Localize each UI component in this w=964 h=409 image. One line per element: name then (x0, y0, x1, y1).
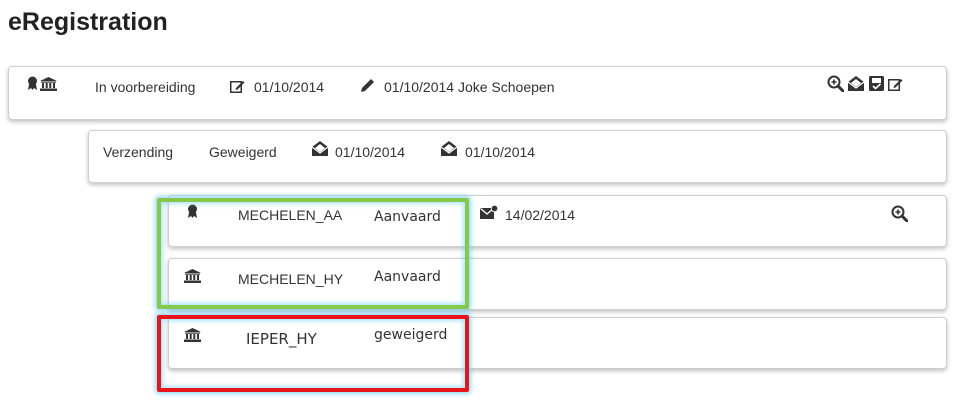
verzending-status: Geweigerd (209, 144, 277, 160)
verzending-label: Verzending (103, 144, 174, 160)
mail-check-icon (480, 205, 498, 220)
dossier-modified: 01/10/2014 Joke Schoepen (384, 79, 555, 95)
edit-icon[interactable] (888, 77, 903, 91)
edit-icon (230, 79, 245, 93)
page-title: eRegistration (8, 8, 168, 36)
verzending-received-date: 01/10/2014 (465, 144, 536, 160)
item-date: 14/02/2014 (505, 207, 576, 223)
dossier-created-date: 01/10/2014 (254, 79, 325, 95)
item-name: IEPER_HY (246, 330, 317, 348)
mail-opened-icon (311, 140, 329, 157)
bank-icon (184, 328, 201, 342)
award-icon (187, 204, 198, 219)
item-name: MECHELEN_AA (238, 207, 343, 223)
verzending-card: Verzending Geweigerd 01/10/2014 01/10/20… (88, 130, 947, 183)
dossier-status: In voorbereiding (95, 79, 196, 95)
verzending-sent-date: 01/10/2014 (335, 144, 406, 160)
dossier-card: In voorbereiding 01/10/2014 01/10/2014 J… (8, 66, 947, 120)
bank-icon (184, 269, 201, 283)
list-item: IEPER_HY geweigerd (168, 317, 947, 369)
zoom-in-icon[interactable] (891, 205, 908, 222)
award-icon (27, 76, 38, 91)
bank-icon (40, 77, 57, 91)
list-item: MECHELEN_AA Aanvaard 14/02/2014 (168, 195, 947, 247)
mail-opened-icon (440, 140, 458, 157)
item-status: Aanvaard (374, 269, 441, 285)
item-status: geweigerd (374, 327, 448, 343)
pencil-icon (360, 78, 375, 93)
save-icon[interactable] (869, 76, 884, 91)
zoom-in-icon[interactable] (827, 75, 844, 92)
list-item: MECHELEN_HY Aanvaard (168, 258, 947, 310)
item-name: MECHELEN_HY (238, 271, 344, 287)
mail-opened-icon[interactable] (847, 75, 865, 92)
item-status: Aanvaard (374, 209, 441, 225)
